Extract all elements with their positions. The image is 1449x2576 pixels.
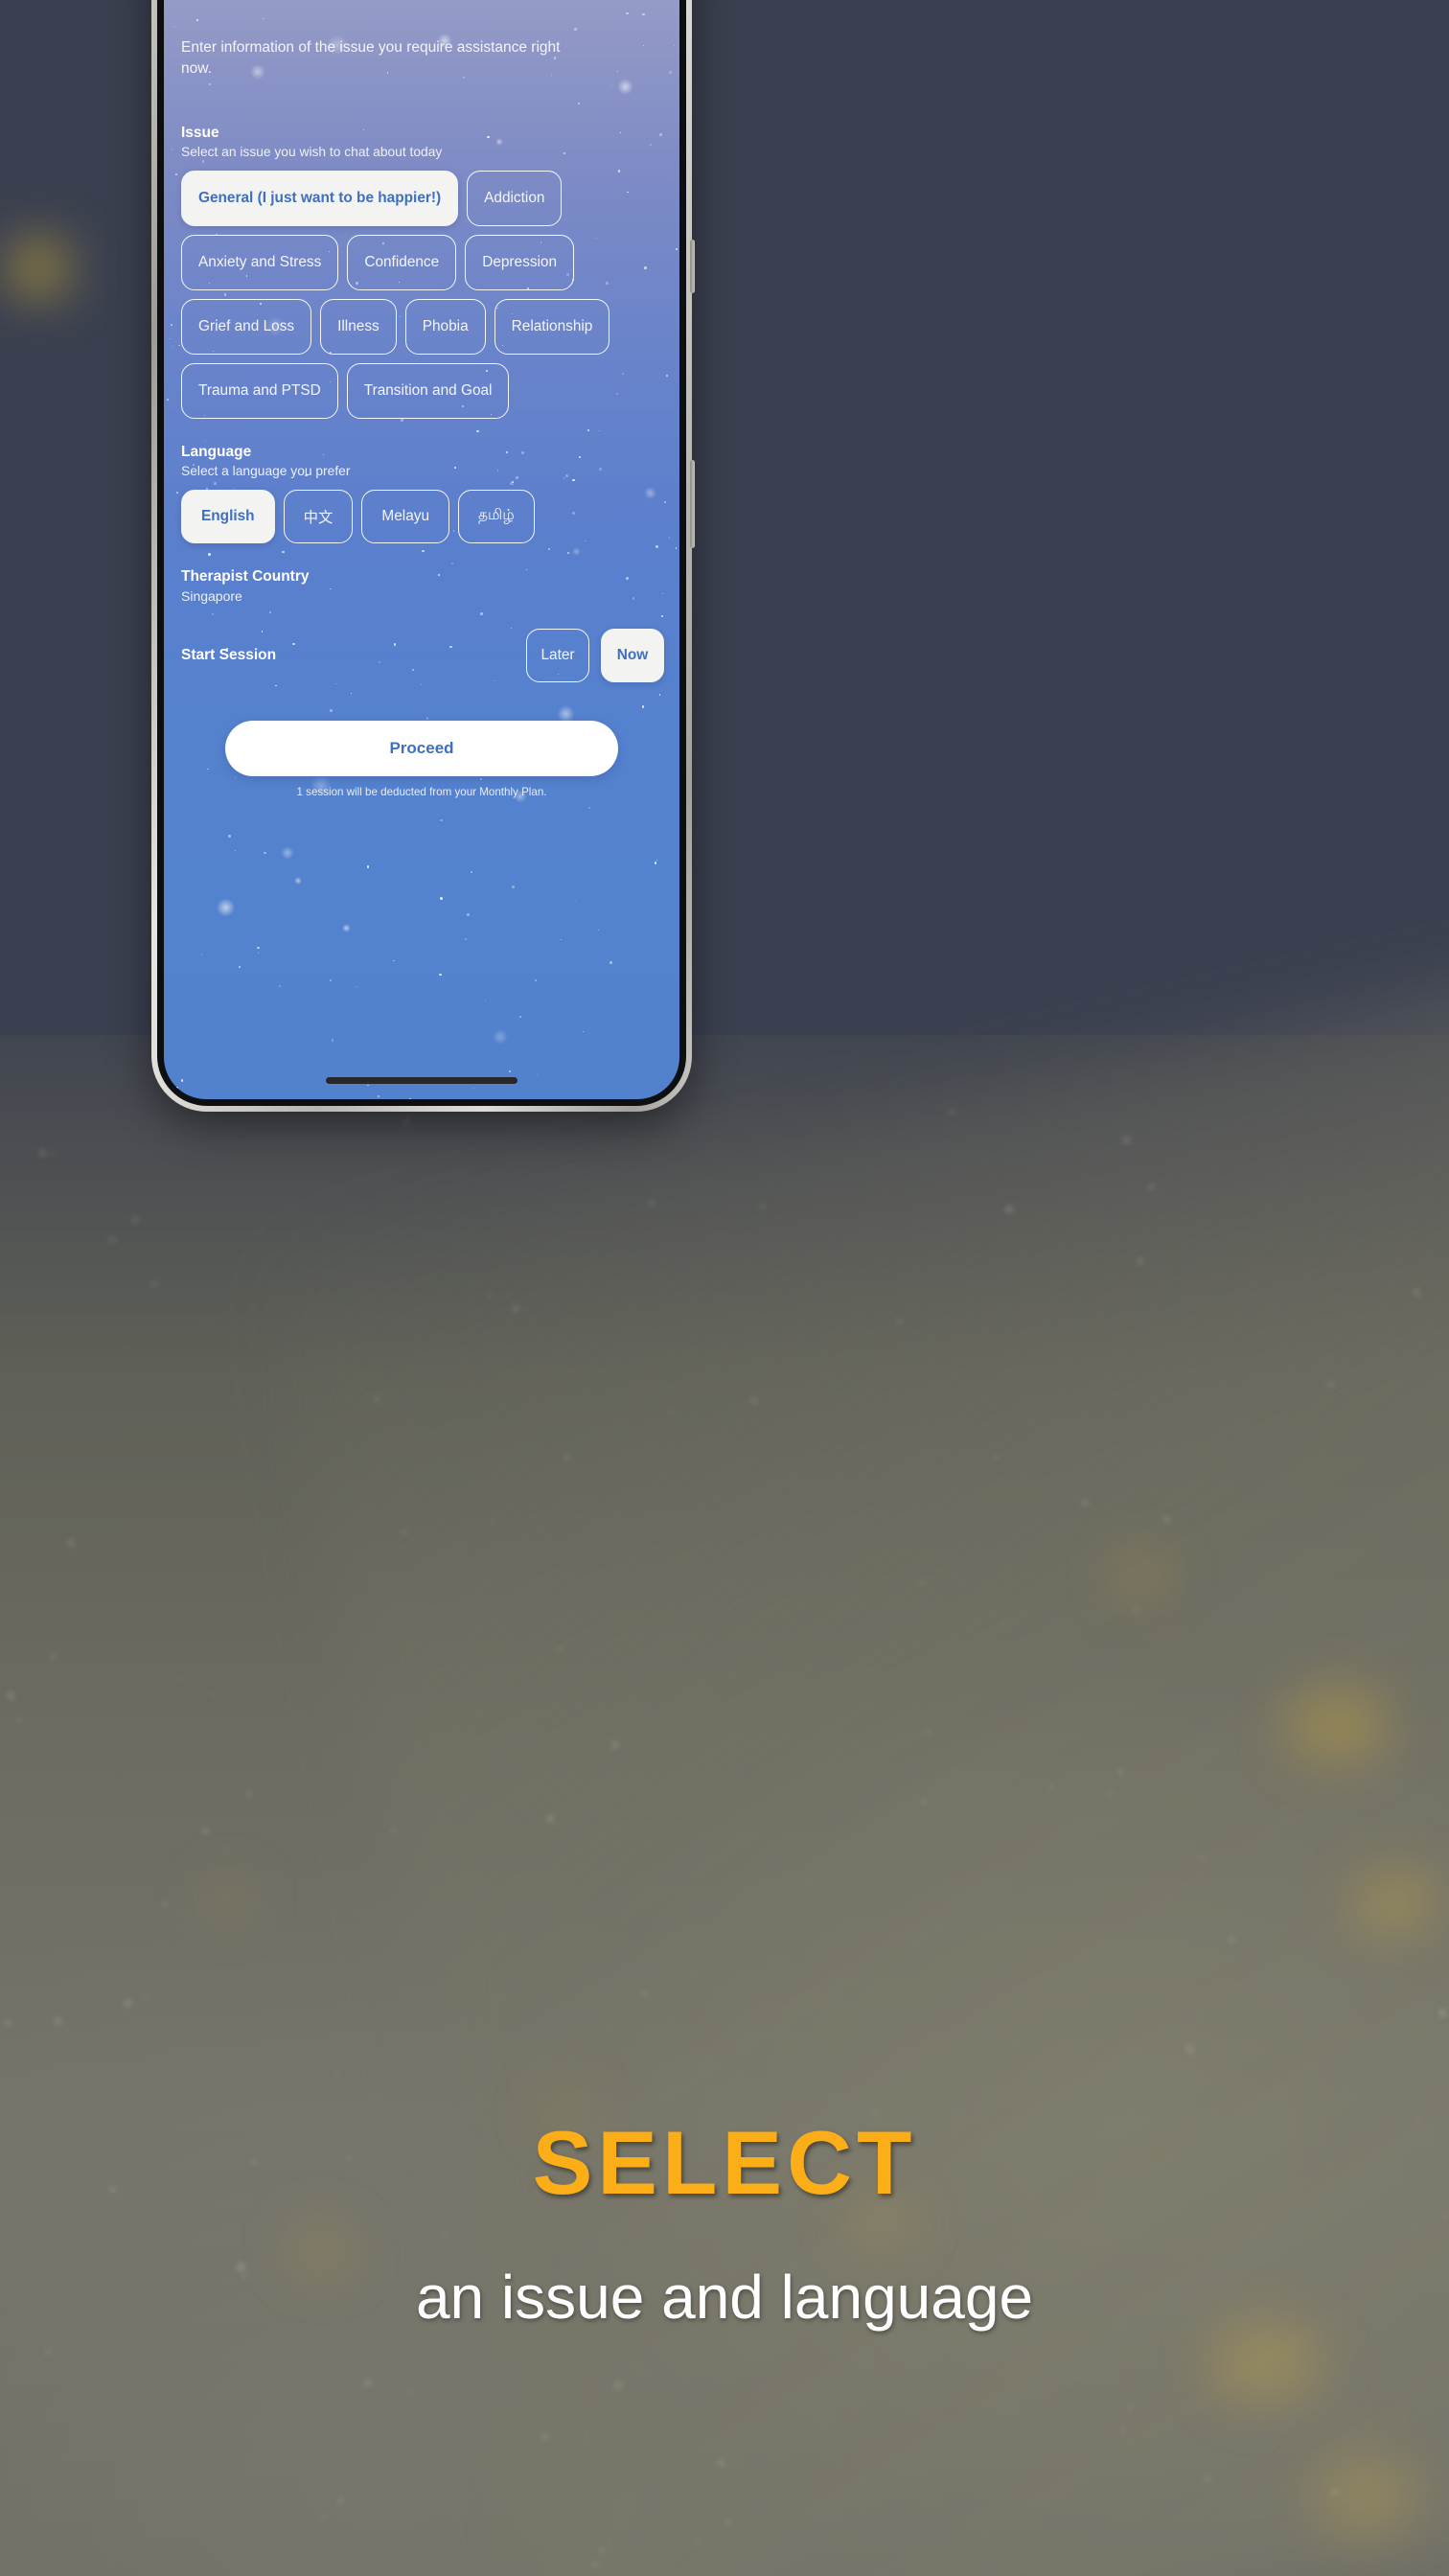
app-bar: Hire a Therapist [179, 0, 664, 28]
therapist-country-value: Singapore [181, 587, 242, 604]
language-chip[interactable]: English [181, 489, 275, 543]
issue-chip[interactable]: General (I just want to be happier!) [181, 170, 459, 226]
start-session-option[interactable]: Later [526, 628, 589, 682]
issue-chip[interactable]: Trauma and PTSD [181, 362, 338, 419]
home-indicator[interactable] [326, 1077, 518, 1084]
phone-mockup: Hire a Therapist Enter information of th… [151, 0, 695, 1112]
language-chip-group: English 中文 Melayu தமிழ் [181, 489, 664, 543]
issue-section-label: Issue [181, 124, 219, 141]
phone-screen: Hire a Therapist Enter information of th… [164, 0, 679, 1099]
proceed-note: 1 session will be deducted from your Mon… [296, 785, 547, 798]
caption-subline: an issue and language [415, 2263, 1034, 2332]
issue-chip[interactable]: Grief and Loss [181, 298, 312, 355]
caption-headline: SELECT [532, 2112, 917, 2213]
issue-chip[interactable]: Transition and Goal [346, 362, 510, 419]
issue-chip[interactable]: Relationship [494, 298, 610, 355]
language-chip[interactable]: தமிழ் [458, 489, 535, 543]
start-session-button-group: Later Now [526, 628, 664, 682]
issue-chip[interactable]: Depression [465, 234, 575, 290]
start-session-section: Start Session Later Now [179, 628, 664, 682]
phone-side-button-power[interactable] [690, 460, 695, 548]
issue-section-sublabel: Select an issue you wish to chat about t… [181, 144, 443, 159]
therapist-country-section: Therapist Country Singapore [179, 568, 664, 604]
therapist-country-label: Therapist Country [181, 567, 310, 585]
language-section-label: Language [181, 443, 252, 460]
issue-chip-group: General (I just want to be happier!) Addi… [181, 170, 660, 419]
issue-chip[interactable]: Phobia [404, 298, 486, 355]
language-section: Language Select a language you prefer En… [179, 444, 664, 543]
language-section-sublabel: Select a language you prefer [181, 463, 351, 478]
proceed-section: Proceed 1 session will be deducted from … [179, 720, 664, 798]
issue-chip[interactable]: Addiction [467, 170, 563, 226]
start-session-label: Start Session [181, 646, 277, 663]
phone-side-button-volume[interactable] [690, 240, 695, 293]
issue-chip[interactable]: Anxiety and Stress [181, 234, 339, 290]
language-chip[interactable]: 中文 [283, 489, 354, 543]
intro-text: Enter information of the issue you requi… [181, 39, 561, 78]
language-chip[interactable]: Melayu [361, 489, 450, 543]
issue-section: Issue Select an issue you wish to chat a… [179, 125, 664, 419]
issue-chip[interactable]: Illness [320, 298, 397, 355]
start-session-option[interactable]: Now [601, 628, 664, 682]
issue-chip[interactable]: Confidence [347, 234, 457, 290]
caption-block: SELECT an issue and language [0, 2112, 1449, 2332]
screenshot-root: Hire a Therapist Enter information of th… [0, 0, 1449, 2576]
proceed-button[interactable]: Proceed [225, 720, 618, 776]
